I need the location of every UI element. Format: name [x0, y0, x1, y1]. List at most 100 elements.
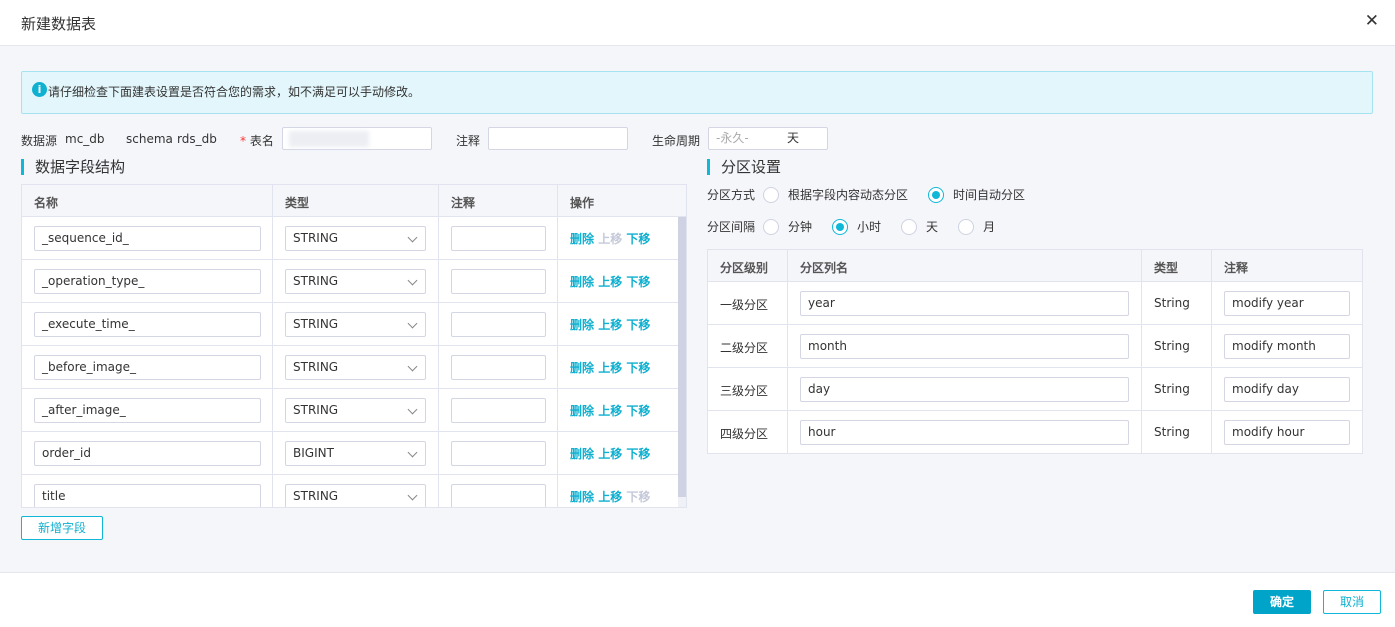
field-name-input[interactable]: _before_image_ — [34, 355, 261, 380]
field-comment-input[interactable] — [451, 441, 546, 466]
move-down-link[interactable]: 下移 — [626, 361, 650, 375]
partition-name-input[interactable]: hour — [800, 420, 1129, 445]
partition-type: String — [1154, 425, 1190, 439]
delete-link[interactable]: 删除 — [570, 275, 594, 289]
partition-name-input[interactable]: month — [800, 334, 1129, 359]
move-up-link[interactable]: 上移 — [598, 361, 622, 375]
move-down-link[interactable]: 下移 — [626, 275, 650, 289]
partition-comment-input[interactable]: modify year — [1224, 291, 1350, 316]
partition-name-input[interactable]: year — [800, 291, 1129, 316]
col-partition-name: 分区列名 — [800, 261, 849, 275]
move-down-link[interactable]: 下移 — [626, 232, 650, 246]
field-name-input[interactable]: title — [34, 484, 261, 507]
move-up-link[interactable]: 上移 — [598, 232, 622, 246]
delete-link[interactable]: 删除 — [570, 447, 594, 461]
scrollbar-thumb[interactable] — [678, 217, 686, 497]
field-comment-input[interactable] — [451, 398, 546, 423]
radio-time-auto[interactable] — [928, 186, 945, 203]
close-icon[interactable]: ✕ — [1365, 11, 1379, 31]
move-down-link[interactable]: 下移 — [626, 404, 650, 418]
delete-link[interactable]: 删除 — [570, 490, 594, 504]
field-name-input[interactable]: order_id — [34, 441, 261, 466]
datasource-value: mc_db — [65, 132, 105, 146]
field-type-select[interactable]: STRING — [285, 355, 426, 380]
partition-name-input[interactable]: day — [800, 377, 1129, 402]
partition-table: 分区级别 分区列名 类型 注释 一级分区 year String modify yea… — [707, 249, 1363, 454]
field-row: _after_image_ STRING 删除 上移 下移 — [22, 389, 686, 432]
partition-mode-group: 分区方式 根据字段内容动态分区 时间自动分区 — [707, 186, 1025, 203]
field-comment-input[interactable] — [451, 226, 546, 251]
partition-comment-input[interactable]: modify hour — [1224, 420, 1350, 445]
delete-link[interactable]: 删除 — [570, 361, 594, 375]
field-name-input[interactable]: _sequence_id_ — [34, 226, 261, 251]
partition-level: 一级分区 — [720, 298, 769, 312]
col-level: 分区级别 — [720, 261, 769, 275]
col-comment: 注释 — [451, 196, 476, 210]
field-row: _sequence_id_ STRING 删除 上移 下移 — [22, 217, 686, 260]
field-row: _execute_time_ STRING 删除 上移 下移 — [22, 303, 686, 346]
partition-comment-input[interactable]: modify day — [1224, 377, 1350, 402]
radio-month-label: 月 — [983, 220, 996, 234]
schema-value: rds_db — [177, 132, 217, 146]
partition-section-title: 分区设置 — [707, 159, 781, 175]
move-down-link[interactable]: 下移 — [626, 447, 650, 461]
move-up-link[interactable]: 上移 — [598, 275, 622, 289]
move-up-link[interactable]: 上移 — [598, 318, 622, 332]
partition-comment-input[interactable]: modify month — [1224, 334, 1350, 359]
field-type-select[interactable]: STRING — [285, 312, 426, 337]
field-row: _before_image_ STRING 删除 上移 下移 — [22, 346, 686, 389]
delete-link[interactable]: 删除 — [570, 232, 594, 246]
field-comment-input[interactable] — [451, 312, 546, 337]
field-name-input[interactable]: _execute_time_ — [34, 312, 261, 337]
delete-link[interactable]: 删除 — [570, 318, 594, 332]
blurred-value — [289, 131, 369, 147]
field-type-select[interactable]: BIGINT — [285, 441, 426, 466]
col-type: 类型 — [285, 196, 310, 210]
col-partition-comment: 注释 — [1224, 261, 1249, 275]
move-up-link[interactable]: 上移 — [598, 447, 622, 461]
ok-button[interactable]: 确定 — [1253, 590, 1311, 614]
datasource-label: 数据源 — [21, 134, 58, 148]
col-partition-type: 类型 — [1154, 261, 1179, 275]
field-name-input[interactable]: _operation_type_ — [34, 269, 261, 294]
radio-dynamic-label: 根据字段内容动态分区 — [788, 188, 909, 202]
partition-row: 二级分区 month String modify month — [708, 325, 1362, 368]
move-down-link[interactable]: 下移 — [626, 490, 650, 504]
lifecycle-label: 生命周期 — [652, 134, 701, 148]
field-type-select[interactable]: STRING — [285, 269, 426, 294]
table-name-input[interactable] — [282, 127, 432, 150]
field-name-input[interactable]: _after_image_ — [34, 398, 261, 423]
delete-link[interactable]: 删除 — [570, 404, 594, 418]
col-actions: 操作 — [570, 196, 595, 210]
comment-label: 注释 — [456, 134, 481, 148]
lifecycle-input[interactable]: -永久- 天 — [708, 127, 828, 150]
move-up-link[interactable]: 上移 — [598, 404, 622, 418]
field-type-select[interactable]: STRING — [285, 484, 426, 507]
field-comment-input[interactable] — [451, 355, 546, 380]
partition-level: 二级分区 — [720, 341, 769, 355]
comment-input[interactable] — [488, 127, 628, 150]
radio-dynamic[interactable] — [763, 186, 780, 203]
radio-minute[interactable] — [763, 218, 780, 235]
partition-row: 三级分区 day String modify day — [708, 368, 1362, 411]
cancel-button[interactable]: 取消 — [1323, 590, 1381, 614]
fields-scrollbar[interactable] — [678, 217, 686, 507]
field-comment-input[interactable] — [451, 484, 546, 507]
info-icon: i — [32, 82, 47, 97]
field-row: _operation_type_ STRING 删除 上移 下移 — [22, 260, 686, 303]
move-up-link[interactable]: 上移 — [598, 490, 622, 504]
partition-level: 三级分区 — [720, 384, 769, 398]
add-field-button[interactable]: 新增字段 — [21, 516, 103, 540]
radio-time-auto-label: 时间自动分区 — [953, 188, 1026, 202]
radio-day[interactable] — [901, 218, 918, 235]
field-comment-input[interactable] — [451, 269, 546, 294]
partition-interval-group: 分区间隔 分钟 小时 天 月 — [707, 218, 995, 235]
move-down-link[interactable]: 下移 — [626, 318, 650, 332]
field-type-select[interactable]: STRING — [285, 226, 426, 251]
radio-month[interactable] — [958, 218, 975, 235]
field-type-select[interactable]: STRING — [285, 398, 426, 423]
radio-hour[interactable] — [832, 218, 849, 235]
radio-minute-label: 分钟 — [788, 220, 813, 234]
required-mark: * — [240, 134, 246, 148]
partition-type: String — [1154, 382, 1190, 396]
